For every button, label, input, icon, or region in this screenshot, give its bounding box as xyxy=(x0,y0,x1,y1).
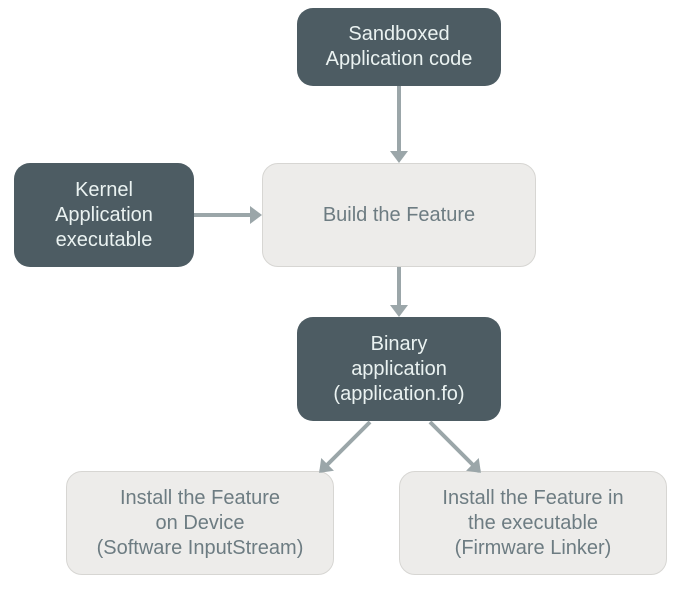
arrow-head-icon xyxy=(390,305,408,317)
arrow-shaft xyxy=(397,86,401,153)
arrow-binary-to-install-device xyxy=(319,421,371,473)
arrow-binary-to-install-executable xyxy=(429,421,481,473)
arrow-shaft xyxy=(397,267,401,307)
arrow-head-icon xyxy=(390,151,408,163)
node-kernel-application-executable: Kernel Application executable xyxy=(14,163,194,267)
node-binary-application: Binary application (application.fo) xyxy=(297,317,501,421)
node-build-the-feature: Build the Feature xyxy=(262,163,536,267)
node-sandboxed-application-code: Sandboxed Application code xyxy=(297,8,501,86)
arrow-shaft xyxy=(194,213,252,217)
arrow-head-icon xyxy=(250,206,262,224)
arrow-build-to-binary xyxy=(389,267,409,317)
node-install-feature-in-executable: Install the Feature in the executable (F… xyxy=(399,471,667,575)
arrow-sandboxed-to-build xyxy=(389,86,409,163)
node-install-feature-on-device: Install the Feature on Device (Software … xyxy=(66,471,334,575)
arrow-kernel-to-build xyxy=(194,205,262,225)
